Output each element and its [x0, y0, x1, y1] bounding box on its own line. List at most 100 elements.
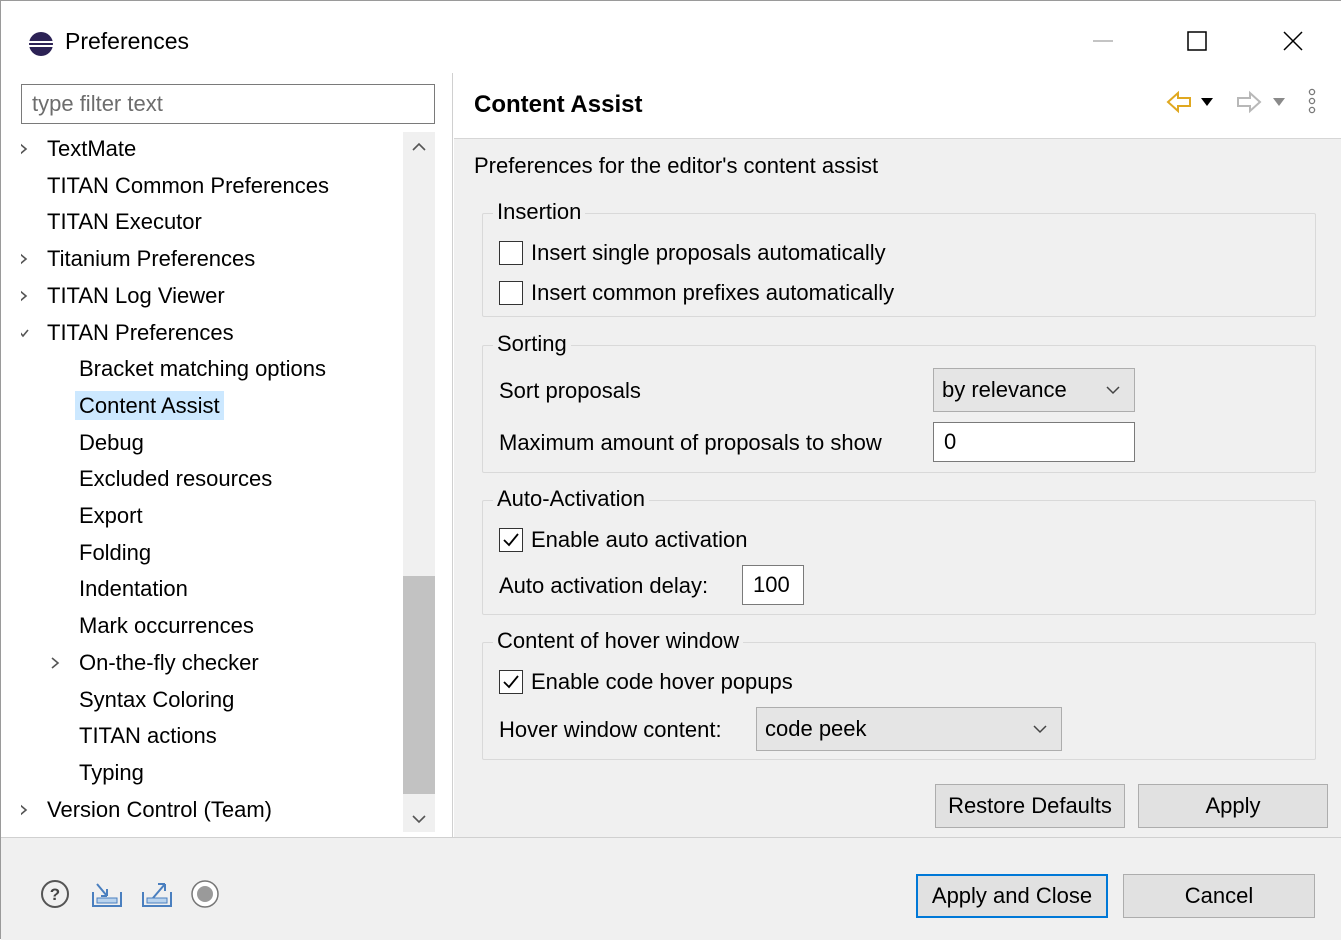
- tree-item-label: TITAN Executor: [47, 209, 202, 235]
- chevron-right-icon[interactable]: [21, 253, 29, 265]
- tree-item-label: Debug: [79, 429, 144, 455]
- insertion-group: Insertion Insert single proposals automa…: [482, 198, 1316, 317]
- maximize-button[interactable]: [1167, 19, 1227, 63]
- tree-item[interactable]: Titanium Preferences: [21, 242, 259, 276]
- tree-item-label: Folding: [79, 539, 152, 565]
- svg-text:?: ?: [50, 885, 60, 904]
- maximize-icon: [1187, 31, 1207, 51]
- tree-item[interactable]: Folding: [75, 536, 155, 570]
- page-title: Content Assist: [474, 91, 643, 118]
- tree-item[interactable]: TITAN Preferences: [21, 316, 238, 350]
- apply-button[interactable]: Apply: [1138, 784, 1328, 828]
- back-dropdown-icon[interactable]: [1200, 95, 1214, 109]
- sort-proposals-select[interactable]: by relevance: [933, 368, 1135, 412]
- scroll-up-icon[interactable]: [411, 139, 427, 155]
- tree-item[interactable]: Mark occurrences: [75, 609, 258, 643]
- checkmark-icon: [503, 675, 519, 689]
- checkbox-box[interactable]: [499, 241, 523, 265]
- max-proposals-input[interactable]: 0: [933, 422, 1135, 462]
- chevron-down-icon: [1033, 725, 1047, 734]
- forward-arrow-icon[interactable]: [1234, 90, 1262, 114]
- filter-input[interactable]: [21, 84, 435, 124]
- chevron-right-icon[interactable]: [21, 290, 29, 302]
- sorting-group-title: Sorting: [493, 330, 571, 358]
- tree-item[interactable]: Indentation: [75, 572, 192, 606]
- help-icon[interactable]: ?: [39, 878, 71, 910]
- sort-proposals-value: by relevance: [942, 377, 1067, 402]
- enable-auto-activation-label: Enable auto activation: [531, 527, 748, 552]
- preferences-window: Preferences TextMate TITAN Common Prefere…: [0, 0, 1341, 940]
- auto-activation-group: Auto-Activation Enable auto activation A…: [482, 485, 1316, 615]
- tree-item[interactable]: TITAN Common Preferences: [43, 169, 333, 203]
- insert-prefix-checkbox[interactable]: Insert common prefixes automatically: [499, 278, 894, 308]
- hover-content-select[interactable]: code peek: [756, 707, 1062, 751]
- tree-item[interactable]: Export: [75, 499, 147, 533]
- checkbox-box[interactable]: [499, 528, 523, 552]
- page-description: Preferences for the editor's content ass…: [474, 153, 879, 178]
- minimize-icon: [1093, 40, 1113, 42]
- tree-item-label: Typing: [79, 759, 144, 785]
- enable-hover-checkbox[interactable]: Enable code hover popups: [499, 667, 793, 697]
- chevron-right-icon[interactable]: [21, 143, 29, 155]
- view-menu-icon[interactable]: [1306, 87, 1318, 115]
- tree-item[interactable]: Content Assist: [75, 389, 224, 423]
- export-icon[interactable]: [139, 878, 175, 910]
- record-icon[interactable]: [189, 878, 221, 910]
- scroll-down-icon[interactable]: [411, 811, 427, 827]
- insert-single-label: Insert single proposals automatically: [531, 240, 886, 265]
- chevron-right-icon[interactable]: [49, 657, 61, 669]
- tree-item-label: Export: [79, 503, 143, 528]
- tree-item[interactable]: Bracket matching options: [75, 352, 330, 386]
- tree-item[interactable]: TITAN actions: [75, 719, 221, 753]
- back-arrow-icon[interactable]: [1166, 90, 1194, 114]
- chevron-down-icon[interactable]: [21, 327, 29, 339]
- sorting-group: Sorting Sort proposals by relevance Maxi…: [482, 330, 1316, 473]
- import-icon[interactable]: [89, 878, 125, 910]
- eclipse-icon: [29, 32, 53, 56]
- tree-item-label: TITAN actions: [79, 723, 217, 749]
- tree-item[interactable]: Version Control (Team): [21, 793, 276, 827]
- tree-item[interactable]: TextMate: [21, 132, 140, 166]
- tree-item[interactable]: On-the-fly checker: [51, 646, 263, 680]
- insert-prefix-label: Insert common prefixes automatically: [531, 280, 895, 305]
- enable-auto-activation-checkbox[interactable]: Enable auto activation: [499, 525, 748, 555]
- page-header: Content Assist: [454, 73, 1341, 139]
- tree-item-label: Content Assist: [75, 390, 224, 420]
- checkbox-box[interactable]: [499, 670, 523, 694]
- title-bar: Preferences: [1, 1, 1341, 73]
- close-icon: [1283, 31, 1303, 51]
- tree-scrollbar-thumb[interactable]: [403, 576, 435, 794]
- tree-item-label: Titanium Preferences: [47, 246, 256, 272]
- hover-window-group-title: Content of hover window: [493, 627, 744, 655]
- tree-item[interactable]: Excluded resources: [75, 462, 276, 496]
- preferences-tree: TextMate TITAN Common Preferences TITAN Ex…: [21, 132, 401, 832]
- forward-dropdown-icon[interactable]: [1272, 95, 1286, 109]
- navigation-pane: TextMate TITAN Common Preferences TITAN Ex…: [1, 73, 453, 837]
- close-button[interactable]: [1263, 19, 1323, 63]
- enable-hover-label: Enable code hover popups: [531, 669, 793, 694]
- tree-item[interactable]: TITAN Log Viewer: [21, 279, 229, 313]
- tree-item[interactable]: Debug: [75, 426, 148, 460]
- chevron-right-icon[interactable]: [21, 804, 29, 816]
- tree-item-label: TITAN Common Preferences: [47, 172, 330, 198]
- hover-content-label: Hover window content:: [499, 717, 722, 742]
- minimize-button[interactable]: [1073, 19, 1133, 63]
- dialog-footer: ? Apply and Close Cancel: [1, 837, 1341, 940]
- activation-delay-label: Auto activation delay:: [499, 573, 709, 598]
- checkmark-icon: [503, 533, 519, 547]
- tree-item[interactable]: Syntax Coloring: [75, 683, 238, 717]
- insert-single-checkbox[interactable]: Insert single proposals automatically: [499, 238, 886, 268]
- restore-defaults-button[interactable]: Restore Defaults: [935, 784, 1125, 828]
- checkbox-box[interactable]: [499, 281, 523, 305]
- activation-delay-input[interactable]: 100: [742, 565, 804, 605]
- cancel-button[interactable]: Cancel: [1123, 874, 1315, 918]
- preference-page: Content Assist Preferences for the edito…: [454, 73, 1341, 837]
- sort-proposals-label: Sort proposals: [499, 378, 641, 403]
- tree-item[interactable]: Typing: [75, 756, 148, 790]
- auto-activation-group-title: Auto-Activation: [493, 485, 649, 513]
- tree-item-label: Indentation: [79, 576, 188, 602]
- tree-item[interactable]: TITAN Executor: [43, 205, 206, 239]
- apply-and-close-button[interactable]: Apply and Close: [916, 874, 1108, 918]
- tree-item-label: Bracket matching options: [79, 356, 327, 382]
- tree-item-label: TITAN Log Viewer: [47, 282, 225, 308]
